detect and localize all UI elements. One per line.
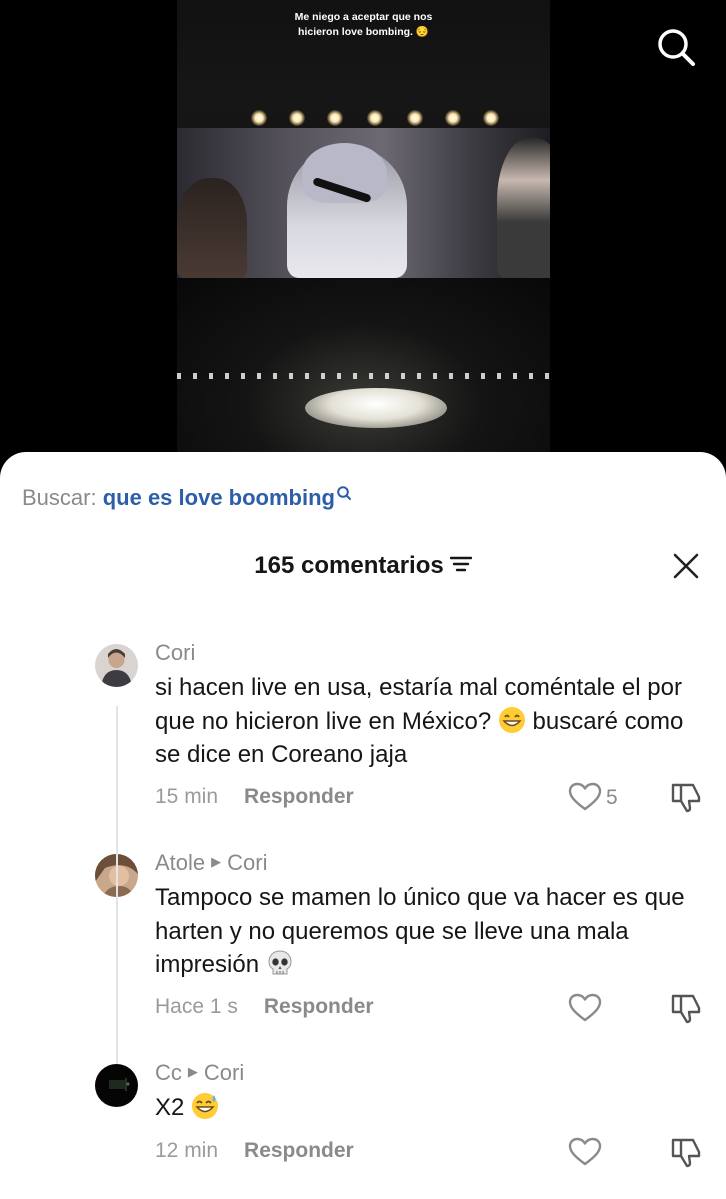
reply-button[interactable]: Responder [244, 1137, 354, 1165]
comment-username[interactable]: Cori [155, 638, 195, 668]
video-caption-line2: hicieron love bombing. 😔 [298, 26, 429, 38]
video-area[interactable]: Me niego a aceptar que nos hicieron love… [0, 0, 726, 470]
like-count: 5 [606, 786, 618, 809]
arena-image [177, 278, 550, 458]
comment-text: si hacen live en usa, estaría mal comént… [155, 674, 684, 768]
grinning-face-emoji [498, 706, 526, 734]
video-caption-line1: Me niego a aceptar que nos [294, 11, 433, 23]
thread-line [116, 834, 118, 1064]
search-term-link[interactable]: que es love boombing [103, 485, 335, 510]
skull-emoji [266, 949, 294, 977]
reply-to-user[interactable]: Cori [227, 850, 267, 875]
reply-button[interactable]: Responder [244, 783, 354, 811]
dislike-icon[interactable] [669, 781, 703, 813]
video-caption: Me niego a aceptar que nos hicieron love… [177, 10, 550, 40]
avatar[interactable] [95, 1064, 138, 1107]
comment-username[interactable]: Atole ▶ Cori [155, 848, 268, 879]
heart-icon[interactable] [568, 782, 602, 812]
heart-icon[interactable] [568, 1137, 602, 1167]
reply-to-user[interactable]: Cori [204, 1060, 244, 1085]
video-player[interactable]: Me niego a aceptar que nos hicieron love… [177, 0, 550, 458]
comment-username[interactable]: Cc ▶ Cori [155, 1058, 244, 1089]
comments-count: 165 comentarios [254, 552, 444, 579]
search-suggestion[interactable]: Buscar: que es love boombing [22, 484, 352, 512]
avatar[interactable] [95, 644, 138, 687]
search-small-icon [337, 486, 351, 500]
reply-arrow-icon: ▶ [211, 854, 222, 870]
close-icon[interactable] [672, 552, 700, 580]
dislike-icon[interactable] [669, 1136, 703, 1168]
comment-text: Tampoco se mamen lo único que va hacer e… [155, 884, 685, 978]
stage-screen-image [177, 128, 550, 278]
comment-meta: 12 min Responder [155, 1137, 354, 1165]
sweat-smile-emoji [191, 1092, 219, 1120]
comment-meta: 15 min Responder [155, 783, 354, 811]
comment-time: 12 min [155, 1139, 219, 1162]
comment-time: Hace 1 s [155, 995, 238, 1018]
search-prefix: Buscar: [22, 485, 97, 510]
comments-sheet: Buscar: que es love boombing 165 comenta… [0, 452, 726, 1199]
reply-button[interactable]: Responder [264, 993, 374, 1021]
comments-header: 165 comentarios [0, 550, 726, 582]
comment-text: X2 [155, 1091, 715, 1125]
reply-arrow-icon: ▶ [187, 1064, 198, 1080]
heart-icon[interactable] [568, 993, 602, 1023]
dislike-icon[interactable] [669, 992, 703, 1024]
comment-time: 15 min [155, 785, 219, 808]
search-icon[interactable] [655, 26, 697, 68]
sort-filter-icon[interactable] [449, 549, 472, 581]
comment-meta: Hace 1 s Responder [155, 993, 374, 1021]
